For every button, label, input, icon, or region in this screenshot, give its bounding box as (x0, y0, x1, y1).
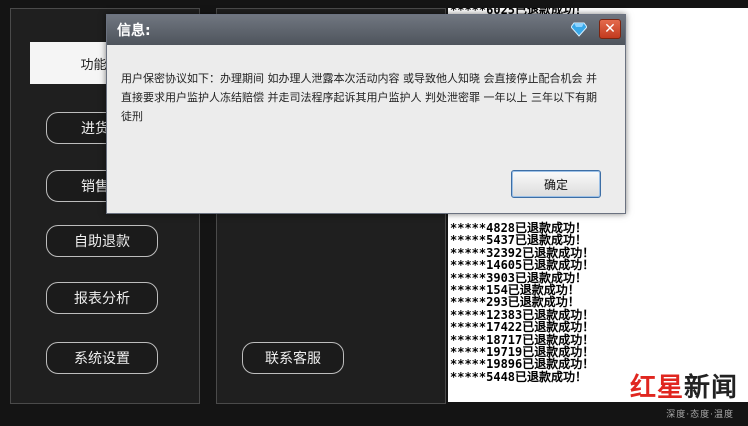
system-settings-button[interactable]: 系统设置 (46, 342, 158, 374)
list-item: *****293已退款成功！ (450, 295, 580, 310)
bottom-bar (0, 404, 748, 426)
dialog-titlebar[interactable]: 信息: ✕ (107, 15, 625, 45)
contact-support-button[interactable]: 联系客服 (242, 342, 344, 374)
list-item: *****17422已退款成功！ (450, 320, 595, 335)
report-analysis-button[interactable]: 报表分析 (46, 282, 158, 314)
logo-red-text: 红星 (629, 373, 684, 403)
watermark-subtitle: 深度·态度·温度 (666, 410, 734, 420)
list-item: *****19896已退款成功！ (450, 357, 595, 372)
watermark-logo: 红星新闻 (630, 367, 738, 404)
logo-black-text: 新闻 (683, 373, 738, 403)
dialog-title: 信息: (117, 23, 151, 39)
refund-log-list: *****4828已退款成功！ *****5437已退款成功！ *****323… (448, 222, 595, 384)
close-button[interactable]: ✕ (599, 19, 621, 39)
gem-icon (571, 22, 587, 37)
close-icon: ✕ (604, 21, 616, 37)
dialog-message: 用户保密协议如下：办理期间 如办理人泄露本次活动内容 或导致他人知晓 会直接停止… (121, 72, 597, 123)
ok-button[interactable]: 确定 (511, 170, 601, 198)
self-refund-button[interactable]: 自助退款 (46, 225, 158, 257)
list-item: *****5448已退款成功！ (450, 369, 588, 384)
info-dialog: 信息: ✕ 用户保密协议如下：办理期间 如办理人泄露本次活动内容 或导致他人知晓… (106, 14, 626, 214)
list-item: *****5437已退款成功！ (450, 233, 588, 248)
list-item: *****14605已退款成功！ (450, 258, 595, 273)
